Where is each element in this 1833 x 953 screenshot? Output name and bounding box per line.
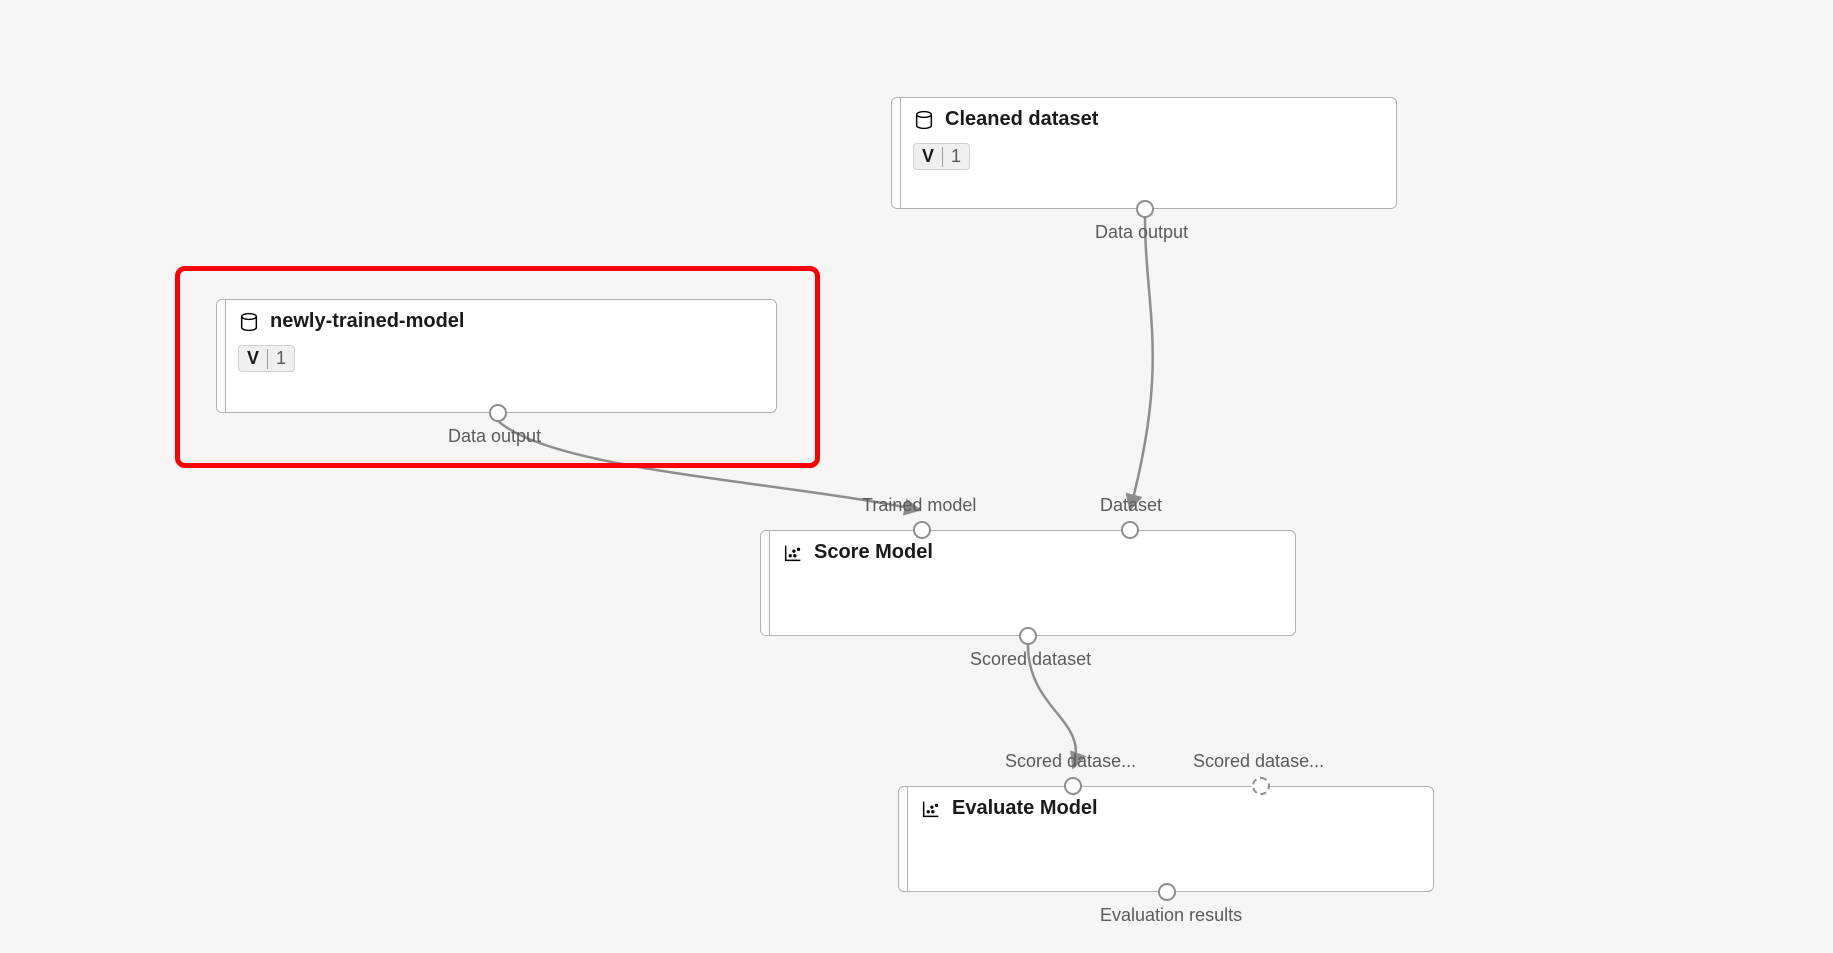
node-title: Cleaned dataset — [945, 108, 1098, 131]
node-title: Score Model — [814, 541, 933, 564]
port-label-evaluate-output: Evaluation results — [1100, 905, 1242, 926]
port-score-trained-model[interactable] — [913, 521, 931, 539]
port-label-score-trained-model: Trained model — [862, 495, 976, 516]
scatter-icon — [782, 542, 804, 564]
port-label-score-dataset: Dataset — [1100, 495, 1162, 516]
port-score-dataset[interactable] — [1121, 521, 1139, 539]
port-evaluate-left[interactable] — [1064, 777, 1082, 795]
database-icon — [238, 311, 260, 333]
port-label-evaluate-right: Scored datase... — [1193, 751, 1324, 772]
node-score-model[interactable]: Score Model — [760, 530, 1296, 636]
node-title: newly-trained-model — [270, 310, 464, 333]
node-grip[interactable] — [761, 531, 770, 635]
node-newly-trained-model[interactable]: newly-trained-model V 1 — [216, 299, 777, 413]
port-evaluate-right[interactable] — [1252, 777, 1270, 795]
version-letter: V — [239, 346, 267, 371]
node-grip[interactable] — [892, 98, 901, 208]
version-letter: V — [914, 144, 942, 169]
node-title: Evaluate Model — [952, 797, 1098, 820]
version-badge[interactable]: V 1 — [238, 345, 295, 372]
node-evaluate-model[interactable]: Evaluate Model — [898, 786, 1434, 892]
version-number: 1 — [943, 144, 969, 169]
port-cleaned-output[interactable] — [1136, 200, 1154, 218]
port-label-cleaned-output: Data output — [1095, 222, 1188, 243]
node-cleaned-dataset[interactable]: Cleaned dataset V 1 — [891, 97, 1397, 209]
version-badge[interactable]: V 1 — [913, 143, 970, 170]
port-label-evaluate-left: Scored datase... — [1005, 751, 1136, 772]
port-score-output[interactable] — [1019, 627, 1037, 645]
database-icon — [913, 109, 935, 131]
port-label-model-output: Data output — [448, 426, 541, 447]
port-label-score-output: Scored dataset — [970, 649, 1091, 670]
scatter-icon — [920, 798, 942, 820]
version-number: 1 — [268, 346, 294, 371]
pipeline-canvas[interactable]: Cleaned dataset V 1 Data output newly-tr… — [0, 0, 1833, 953]
node-grip[interactable] — [899, 787, 908, 891]
port-model-output[interactable] — [489, 404, 507, 422]
port-evaluate-output[interactable] — [1158, 883, 1176, 901]
node-grip[interactable] — [217, 300, 226, 412]
